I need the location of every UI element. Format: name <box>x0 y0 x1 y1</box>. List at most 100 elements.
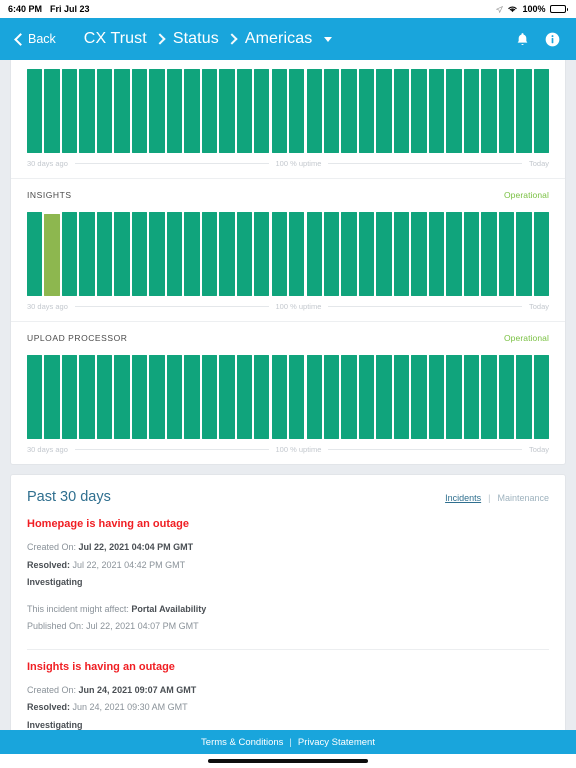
uptime-bar[interactable] <box>323 212 340 296</box>
uptime-bar[interactable] <box>131 355 148 439</box>
uptime-bar[interactable] <box>254 69 270 153</box>
uptime-bar[interactable] <box>446 355 462 439</box>
uptime-bar[interactable] <box>358 69 375 153</box>
uptime-bar[interactable] <box>516 212 532 296</box>
uptime-bar[interactable] <box>289 69 305 153</box>
uptime-bar[interactable] <box>44 213 60 296</box>
uptime-bar[interactable] <box>184 69 200 153</box>
uptime-bar[interactable] <box>376 212 392 296</box>
uptime-bar[interactable] <box>27 355 43 439</box>
uptime-bar[interactable] <box>481 212 497 296</box>
uptime-bar[interactable] <box>166 69 183 153</box>
uptime-bar[interactable] <box>236 69 252 153</box>
uptime-bar[interactable] <box>271 212 287 296</box>
uptime-bar[interactable] <box>27 69 43 153</box>
uptime-bar[interactable] <box>341 69 357 153</box>
incident-title[interactable]: Insights is having an outage <box>27 661 549 673</box>
incident-title[interactable]: Homepage is having an outage <box>27 518 549 530</box>
uptime-bar[interactable] <box>323 355 340 439</box>
uptime-bar[interactable] <box>481 69 497 153</box>
uptime-bar[interactable] <box>376 355 392 439</box>
uptime-bar[interactable] <box>393 212 410 296</box>
breadcrumb-item-cx-trust[interactable]: CX Trust <box>84 30 147 48</box>
tab-incidents[interactable]: Incidents <box>445 493 481 503</box>
uptime-bar[interactable] <box>411 69 427 153</box>
uptime-bar[interactable] <box>79 355 95 439</box>
uptime-bar[interactable] <box>219 69 235 153</box>
uptime-bar[interactable] <box>96 69 113 153</box>
uptime-bar[interactable] <box>323 69 340 153</box>
uptime-bar[interactable] <box>358 212 375 296</box>
uptime-bar[interactable] <box>289 212 305 296</box>
uptime-bar[interactable] <box>393 355 410 439</box>
uptime-bar[interactable] <box>428 69 445 153</box>
uptime-bar[interactable] <box>236 212 252 296</box>
tab-maintenance[interactable]: Maintenance <box>497 493 549 503</box>
uptime-bar[interactable] <box>219 355 235 439</box>
uptime-bar[interactable] <box>306 355 322 439</box>
uptime-bar[interactable] <box>498 355 515 439</box>
uptime-bar[interactable] <box>516 69 532 153</box>
uptime-bar[interactable] <box>306 69 322 153</box>
breadcrumb-item-status[interactable]: Status <box>173 30 219 48</box>
uptime-bar[interactable] <box>498 69 515 153</box>
uptime-bar[interactable] <box>201 212 218 296</box>
uptime-bar[interactable] <box>446 212 462 296</box>
uptime-bar[interactable] <box>44 69 60 153</box>
uptime-bar[interactable] <box>219 212 235 296</box>
uptime-bar[interactable] <box>533 212 549 296</box>
privacy-statement-link[interactable]: Privacy Statement <box>298 737 375 748</box>
home-indicator[interactable] <box>208 759 368 763</box>
uptime-bar[interactable] <box>79 212 95 296</box>
uptime-bar[interactable] <box>201 69 218 153</box>
uptime-bar[interactable] <box>131 69 148 153</box>
uptime-bar[interactable] <box>44 355 60 439</box>
uptime-bar[interactable] <box>96 355 113 439</box>
uptime-bar[interactable] <box>61 212 78 296</box>
uptime-bar[interactable] <box>498 212 515 296</box>
uptime-bar[interactable] <box>149 355 165 439</box>
uptime-bar[interactable] <box>131 212 148 296</box>
uptime-bar[interactable] <box>446 69 462 153</box>
uptime-bar[interactable] <box>184 212 200 296</box>
info-icon[interactable] <box>545 32 560 47</box>
uptime-bar[interactable] <box>201 355 218 439</box>
uptime-bar[interactable] <box>114 355 130 439</box>
breadcrumb-item-americas[interactable]: Americas <box>245 30 312 48</box>
page-scroll-area[interactable]: 30 days ago 100 % uptime Today INSIGHTS … <box>0 60 576 730</box>
uptime-bar[interactable] <box>428 355 445 439</box>
uptime-bar[interactable] <box>341 212 357 296</box>
uptime-bar[interactable] <box>149 69 165 153</box>
back-button[interactable]: Back <box>14 32 56 46</box>
uptime-bar[interactable] <box>306 212 322 296</box>
uptime-bar[interactable] <box>166 355 183 439</box>
uptime-bar[interactable] <box>254 355 270 439</box>
uptime-bar[interactable] <box>114 69 130 153</box>
uptime-bar[interactable] <box>166 212 183 296</box>
uptime-bar[interactable] <box>463 69 480 153</box>
uptime-bar[interactable] <box>184 355 200 439</box>
uptime-bar[interactable] <box>96 212 113 296</box>
uptime-bar[interactable] <box>463 212 480 296</box>
notifications-bell-icon[interactable] <box>516 32 529 47</box>
uptime-bar[interactable] <box>61 69 78 153</box>
uptime-bar[interactable] <box>411 212 427 296</box>
uptime-bar[interactable] <box>376 69 392 153</box>
uptime-bar[interactable] <box>254 212 270 296</box>
uptime-bar[interactable] <box>428 212 445 296</box>
uptime-bar[interactable] <box>271 355 287 439</box>
uptime-bar[interactable] <box>533 69 549 153</box>
uptime-bar[interactable] <box>481 355 497 439</box>
uptime-bar[interactable] <box>289 355 305 439</box>
uptime-bar[interactable] <box>516 355 532 439</box>
uptime-bar[interactable] <box>114 212 130 296</box>
uptime-bar[interactable] <box>27 212 43 296</box>
uptime-bar[interactable] <box>61 355 78 439</box>
uptime-bar[interactable] <box>79 69 95 153</box>
chevron-down-icon[interactable] <box>324 36 333 42</box>
uptime-bar[interactable] <box>463 355 480 439</box>
uptime-bar[interactable] <box>341 355 357 439</box>
uptime-bar[interactable] <box>411 355 427 439</box>
uptime-bar[interactable] <box>533 355 549 439</box>
uptime-bar[interactable] <box>149 212 165 296</box>
